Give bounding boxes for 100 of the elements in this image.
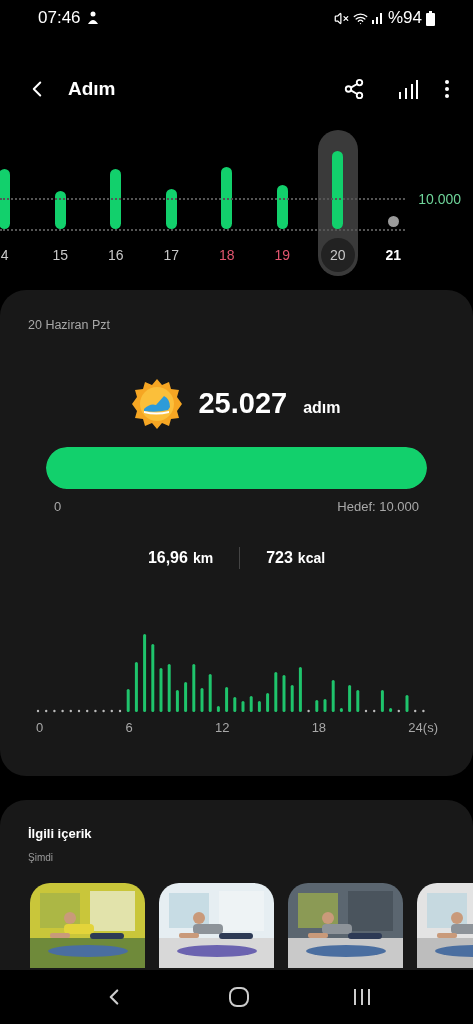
hour-bar [290, 685, 294, 713]
empty-hour-dot [307, 710, 310, 713]
day-label: 18 [217, 245, 236, 265]
bar-chart-icon [397, 78, 419, 100]
day-column[interactable]: 16 [95, 130, 136, 276]
empty-hour-dot [110, 710, 113, 713]
hour-bar [126, 689, 130, 713]
day-label: 4 [0, 245, 10, 265]
hour-bar [184, 682, 188, 713]
home-icon [228, 986, 251, 1008]
empty-hour-dot [53, 710, 56, 713]
hour-bar [167, 664, 171, 713]
axis-label: 24(s) [408, 719, 438, 738]
share-icon [343, 78, 365, 100]
empty-hour-dot [364, 710, 368, 713]
hour-bar [266, 693, 270, 713]
more-icon [445, 80, 449, 98]
day-label: 21 [384, 245, 403, 265]
battery-icon [426, 10, 435, 26]
hour-bar [257, 701, 261, 713]
day-column[interactable]: 20 [317, 130, 358, 276]
empty-hour-dot [397, 710, 400, 713]
step-count: 25.027 [198, 386, 288, 421]
progress-start-label: 0 [54, 497, 62, 516]
day-label: 17 [162, 245, 181, 265]
day-column[interactable]: 18 [206, 130, 247, 276]
home-nav-button[interactable] [228, 986, 251, 1008]
recents-nav-button[interactable] [352, 987, 373, 1007]
recents-icon [352, 987, 373, 1007]
step-bar [54, 191, 66, 230]
hour-bar [356, 690, 360, 713]
empty-hour-dot [94, 710, 97, 713]
day-label: 19 [273, 245, 292, 265]
empty-hour-dot [69, 710, 72, 713]
day-column[interactable]: 19 [262, 130, 303, 276]
day-label: 20 [320, 238, 355, 272]
empty-hour-dot [422, 710, 425, 713]
hour-bar [249, 696, 253, 713]
step-bar [0, 169, 11, 230]
empty-hour-dot [86, 710, 89, 713]
mute-icon [333, 10, 349, 26]
empty-hour-dot [373, 710, 376, 713]
section-title: İlgili içerik [28, 825, 93, 843]
page-title: Adım [68, 76, 116, 101]
distance-unit: km [192, 548, 214, 568]
day-label: 16 [106, 245, 125, 265]
day-column[interactable]: 4 [0, 130, 25, 276]
more-button[interactable] [443, 78, 451, 100]
hour-bar [380, 690, 384, 713]
hour-bar [134, 662, 138, 713]
hour-bar [175, 690, 179, 713]
empty-hour-dot [77, 710, 81, 713]
hour-bar [389, 708, 393, 713]
day-column[interactable]: 17 [151, 130, 192, 276]
hour-bar [151, 644, 155, 713]
day-column[interactable]: 21 [373, 130, 414, 276]
empty-hour-dot [102, 710, 105, 713]
axis-label: 18 [311, 719, 327, 738]
hour-bar [208, 674, 212, 713]
step-bar [276, 185, 288, 230]
hour-bar [225, 687, 229, 713]
hour-bar [323, 699, 327, 713]
empty-hour-dot [61, 710, 64, 713]
step-unit: adım [303, 397, 341, 418]
hour-bar [159, 668, 163, 713]
hour-bar [331, 680, 335, 713]
hour-bar [216, 706, 220, 713]
section-subtitle: Şimdi [28, 850, 54, 865]
hour-bar [282, 675, 286, 713]
step-bar [165, 189, 177, 230]
calories-unit: kcal [297, 548, 326, 568]
clock: 07:46 [38, 7, 81, 30]
axis-label: 0 [36, 719, 44, 738]
hour-bar [298, 667, 302, 713]
hour-bar [274, 672, 278, 713]
hour-bar [339, 708, 343, 713]
day-column[interactable]: 15 [40, 130, 81, 276]
distance-value: 16,96 [147, 548, 188, 569]
signal-icon [371, 12, 384, 24]
empty-hour-dot [36, 710, 40, 713]
hour-bar [348, 685, 352, 713]
battery-level: %94 [387, 7, 422, 30]
hour-bar [192, 664, 196, 713]
empty-hour-dot [45, 710, 48, 713]
calories-value: 723 [266, 548, 293, 569]
date-label: 20 Haziran Pzt [28, 317, 111, 334]
day-label: 15 [51, 245, 70, 265]
medal-icon [132, 378, 183, 429]
empty-hour-dot [118, 710, 122, 713]
axis-label: 6 [125, 719, 133, 738]
hour-bar [233, 697, 237, 713]
step-bar [221, 167, 233, 230]
hour-bar [241, 701, 245, 713]
figure-icon [86, 11, 99, 25]
axis-label: 12 [214, 719, 230, 738]
hour-bar [315, 700, 319, 713]
empty-hour-dot [414, 710, 417, 713]
wifi-icon [352, 10, 368, 26]
goal-line-label: 10.000 [418, 190, 461, 209]
goal-label: Hedef: 10.000 [337, 497, 419, 516]
